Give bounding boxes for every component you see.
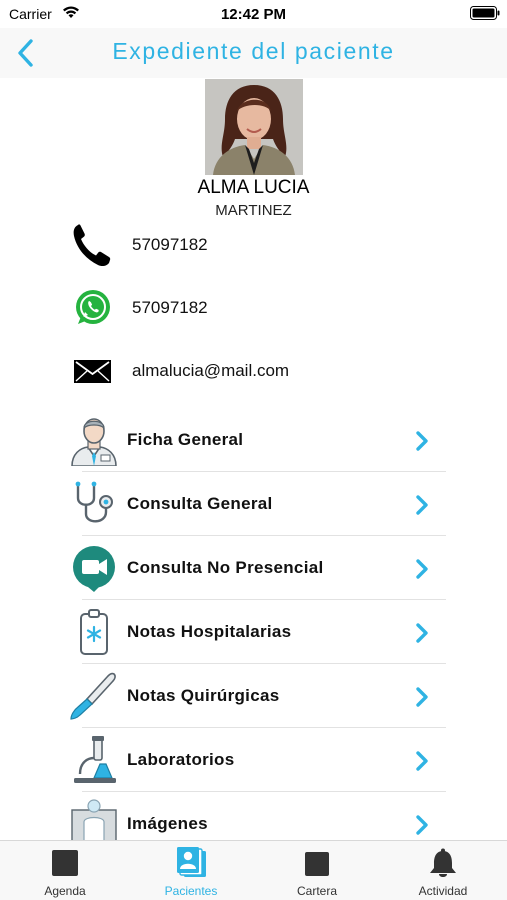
contact-phone-row[interactable]: 57097182 xyxy=(66,221,446,273)
menu-item-consulta-no-presencial[interactable]: Consulta No Presencial xyxy=(66,536,446,600)
tab-label: Cartera xyxy=(296,884,337,898)
chevron-right-icon xyxy=(416,815,428,835)
menu-item-label: Consulta No Presencial xyxy=(127,558,324,577)
whatsapp-icon xyxy=(76,290,110,324)
mail-icon xyxy=(74,360,111,383)
video-call-icon xyxy=(73,546,115,592)
menu-item-consulta-general[interactable]: Consulta General xyxy=(66,472,446,536)
menu-item-label: Ficha General xyxy=(127,430,244,449)
tab-cartera[interactable]: Cartera xyxy=(254,841,380,900)
battery-icon xyxy=(470,6,500,20)
doctor-icon xyxy=(71,418,117,466)
chevron-right-icon xyxy=(416,623,428,643)
status-bar: Carrier 12:42 PM xyxy=(0,0,507,28)
tab-agenda[interactable]: Agenda xyxy=(2,841,128,900)
menu-item-laboratorios[interactable]: Laboratorios xyxy=(66,728,446,792)
patient-surname: MARTINEZ xyxy=(215,202,292,219)
tab-bar: Agenda Pacientes Cartera Actividad xyxy=(0,840,507,900)
agenda-icon xyxy=(52,850,78,876)
wallet-icon xyxy=(305,852,329,876)
patient-avatar xyxy=(205,79,303,175)
menu-item-label: Consulta General xyxy=(127,494,273,513)
menu-item-ficha-general[interactable]: Ficha General xyxy=(66,408,446,472)
tab-pacientes[interactable]: Pacientes xyxy=(128,841,254,900)
stethoscope-icon xyxy=(75,481,113,523)
phone-icon xyxy=(73,224,111,267)
menu-item-notas-hospitalarias[interactable]: Notas Hospitalarias xyxy=(66,600,446,664)
menu-item-label: Notas Hospitalarias xyxy=(127,622,292,641)
chevron-right-icon xyxy=(416,559,428,579)
chevron-right-icon xyxy=(416,431,428,451)
bell-icon xyxy=(430,848,456,877)
contact-email-value: almalucia@mail.com xyxy=(132,361,290,380)
status-time: 12:42 PM xyxy=(220,6,287,23)
scalpel-icon xyxy=(70,672,116,720)
tab-label: Agenda xyxy=(44,884,86,898)
back-button[interactable] xyxy=(12,36,38,70)
contact-whatsapp-value: 57097182 xyxy=(132,298,208,317)
clipboard-icon xyxy=(80,609,108,655)
menu-item-label: Laboratorios xyxy=(127,750,235,769)
contact-email-row[interactable]: almalucia@mail.com xyxy=(66,347,446,399)
menu-item-notas-quirurgicas[interactable]: Notas Quirúrgicas xyxy=(66,664,446,728)
navigation-bar: Expediente del paciente xyxy=(0,28,507,78)
chevron-right-icon xyxy=(416,687,428,707)
patient-name: ALMA LUCIA xyxy=(197,177,310,198)
tab-label: Actividad xyxy=(418,884,468,898)
tab-actividad[interactable]: Actividad xyxy=(380,841,506,900)
page-title: Expediente del paciente xyxy=(112,38,395,64)
menu-item-label: Notas Quirúrgicas xyxy=(127,686,280,705)
chevron-right-icon xyxy=(416,751,428,771)
microscope-icon xyxy=(74,736,116,783)
tab-label: Pacientes xyxy=(164,884,218,898)
menu-item-label: Imágenes xyxy=(127,814,208,833)
chevron-right-icon xyxy=(416,495,428,515)
patients-icon xyxy=(177,847,206,877)
contact-phone-value: 57097182 xyxy=(132,235,208,254)
contact-whatsapp-row[interactable]: 57097182 xyxy=(66,284,446,336)
